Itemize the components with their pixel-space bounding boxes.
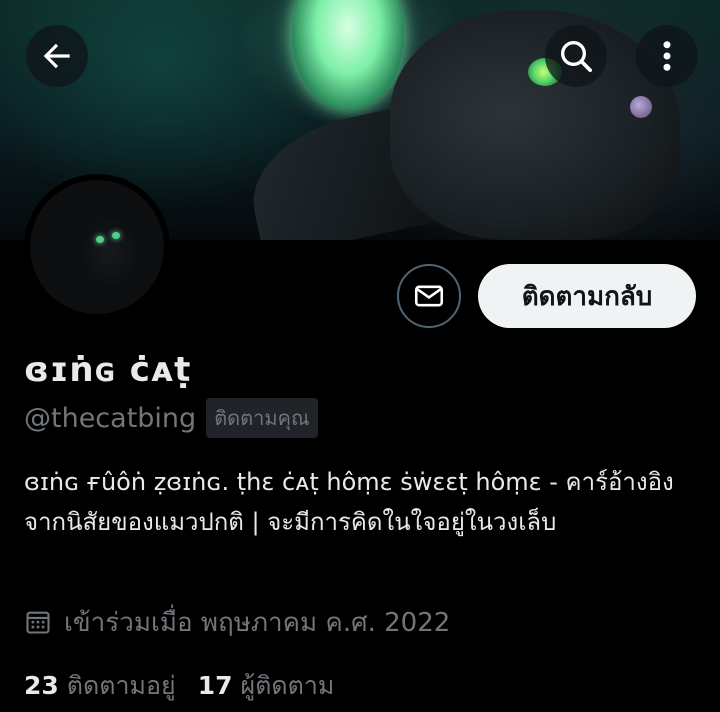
following-link[interactable]: 23 ติดตามอยู่: [24, 666, 176, 706]
more-vertical-icon: [663, 41, 671, 71]
followers-label: ผู้ติดตาม: [240, 671, 335, 700]
search-icon: [561, 41, 592, 72]
message-button[interactable]: [397, 264, 461, 328]
profile-avatar[interactable]: [24, 174, 170, 320]
arrow-left-icon: [43, 43, 70, 69]
followers-count: 17: [197, 671, 233, 700]
mail-icon: [414, 285, 444, 307]
more-button[interactable]: [636, 25, 698, 87]
back-button[interactable]: [26, 25, 88, 87]
joined-text: เข้าร่วมเมื่อ พฤษภาคม ค.ศ. 2022: [64, 607, 451, 638]
display-name: ɞɪṅɢ ċᴀṭ: [24, 350, 192, 390]
joined-date: เข้าร่วมเมื่อ พฤษภาคม ค.ศ. 2022: [24, 604, 450, 640]
avatar-cat-eye: [96, 236, 104, 243]
profile-bio: ɞɪṅɢ ғûôṅ ẓɞɪṅɢ. ṭhɛ ċᴀṭ hôṃɛ ṡẇɛɛṭ hôṃɛ…: [24, 468, 674, 536]
user-handle: @thecatbing: [24, 402, 197, 434]
following-label: ติดตามอยู่: [66, 671, 176, 700]
search-button[interactable]: [545, 25, 607, 87]
follows-you-badge: ติดตามคุณ: [206, 398, 318, 438]
banner-cat-nose: [630, 96, 652, 118]
following-count: 23: [24, 671, 59, 700]
avatar-image: [30, 180, 164, 314]
follow-back-button[interactable]: ติดตามกลับ: [478, 264, 696, 328]
banner-light-glow: [292, 0, 404, 110]
banner-cat-head: [390, 10, 680, 240]
handle-row: @thecatbing ติดตามคุณ: [24, 398, 318, 438]
follow-stats: 23 ติดตามอยู่ 17 ผู้ติดตาม: [24, 666, 334, 706]
followers-link[interactable]: 17 ผู้ติดตาม: [198, 666, 335, 706]
calendar-icon: [26, 611, 50, 634]
avatar-cat-eye: [112, 232, 120, 239]
